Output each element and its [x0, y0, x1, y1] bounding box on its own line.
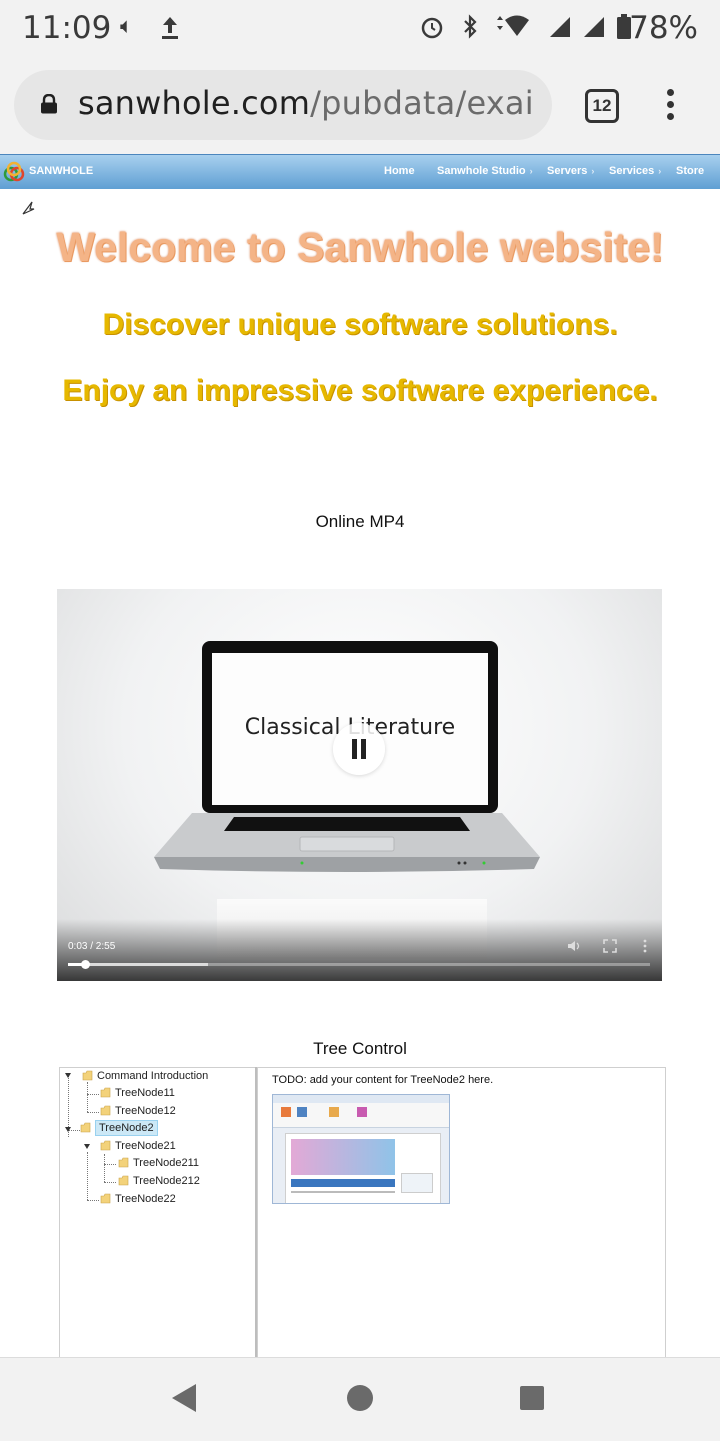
video-player[interactable]: Classical Literature 0:03 / 2:55	[57, 589, 662, 981]
nav-home-label: Home	[384, 165, 415, 177]
nav-services[interactable]: Services ›	[609, 165, 661, 177]
folder-icon	[100, 1087, 111, 1098]
wifi-icon	[497, 15, 529, 36]
nav-servers-label: Servers	[547, 165, 588, 177]
url-path: /pubdata/exai	[310, 84, 534, 122]
video-controls: 0:03 / 2:55	[57, 919, 662, 981]
video-seek-bar[interactable]	[68, 960, 650, 969]
lock-icon	[41, 94, 57, 114]
folder-icon	[118, 1157, 129, 1168]
tree-node-label: TreeNode22	[115, 1193, 176, 1205]
fullscreen-icon[interactable]	[603, 939, 617, 953]
video-time: 0:03 / 2:55	[68, 941, 116, 952]
tagline-discover: Discover unique software solutions.	[102, 308, 618, 341]
tree-node[interactable]: TreeNode22	[100, 1193, 176, 1205]
tree-node-label: Command Introduction	[97, 1070, 209, 1082]
volume-icon: 🔈︎	[120, 14, 134, 39]
recents-icon[interactable]	[520, 1386, 544, 1410]
url-text[interactable]: sanwhole.com/pubdata/exai	[78, 84, 540, 122]
seek-thumb[interactable]	[81, 960, 91, 969]
tree-node[interactable]: TreeNode21	[100, 1140, 176, 1152]
site-brand[interactable]: SANWHOLE	[29, 165, 93, 177]
system-nav-bar	[0, 1357, 720, 1441]
nav-home[interactable]: Home	[384, 165, 415, 177]
signal-icon	[550, 17, 570, 37]
home-icon[interactable]	[347, 1385, 373, 1411]
tree-node-selected[interactable]: TreeNode2	[80, 1120, 158, 1136]
tree-node-label: TreeNode2	[95, 1120, 158, 1136]
folder-icon	[118, 1175, 129, 1186]
folder-icon	[100, 1193, 111, 1204]
folder-icon	[100, 1140, 111, 1151]
tree-control-label: Tree Control	[313, 1039, 407, 1058]
nav-servers[interactable]: Servers ›	[547, 165, 594, 177]
status-bar: 11:09 🔈︎ 78%	[0, 0, 720, 56]
screenshot-thumbnail	[272, 1094, 450, 1204]
alarm-icon	[421, 17, 443, 39]
url-domain: sanwhole.com	[78, 84, 311, 122]
tab-switcher-button[interactable]: 12	[585, 89, 619, 123]
tree-content-panel: TODO: add your content for TreeNode2 her…	[257, 1067, 666, 1358]
chevron-right-icon: ›	[529, 166, 533, 176]
signal-icon	[584, 17, 604, 37]
pointer-icon	[22, 201, 35, 215]
tagline-enjoy: Enjoy an impressive software experience.	[62, 374, 658, 407]
tree-node[interactable]: TreeNode11	[100, 1087, 175, 1099]
sanwhole-logo-icon[interactable]	[3, 161, 25, 183]
browser-toolbar: sanwhole.com/pubdata/exai 12	[0, 56, 720, 154]
nav-store[interactable]: Store	[676, 165, 704, 177]
tree-node-label: TreeNode211	[133, 1157, 200, 1169]
address-bar[interactable]: sanwhole.com/pubdata/exai	[14, 70, 552, 140]
tree-node-label: TreeNode212	[133, 1175, 200, 1187]
folder-icon	[80, 1122, 91, 1133]
tree-node-label: TreeNode11	[115, 1087, 175, 1099]
tree-node-label: TreeNode21	[115, 1140, 176, 1152]
nav-services-label: Services	[609, 165, 655, 177]
volume-icon[interactable]	[567, 939, 581, 953]
chevron-right-icon: ›	[591, 166, 595, 176]
welcome-heading: Welcome to Sanwhole website!	[56, 224, 664, 270]
upload-icon	[162, 17, 178, 39]
chevron-right-icon: ›	[658, 166, 662, 176]
tree-node[interactable]: TreeNode212	[118, 1175, 200, 1187]
tree-node[interactable]: TreeNode211	[118, 1157, 199, 1169]
pause-button[interactable]	[333, 723, 385, 775]
tree-node[interactable]: Command Introduction	[82, 1070, 208, 1082]
tree-node[interactable]: TreeNode12	[100, 1105, 176, 1117]
back-icon[interactable]	[172, 1384, 196, 1412]
site-navbar: SANWHOLE Home Sanwhole Studio › Servers › …	[0, 154, 720, 189]
nav-studio-label: Sanwhole Studio	[437, 165, 526, 177]
tree-node-label: TreeNode12	[115, 1105, 176, 1117]
video-laptop-base	[154, 813, 540, 872]
nav-store-label: Store	[676, 165, 705, 177]
more-menu-icon[interactable]	[660, 89, 680, 123]
tree-panel: Command Introduction TreeNode11 TreeNode…	[59, 1067, 257, 1358]
bluetooth-icon	[464, 14, 477, 39]
more-options-icon[interactable]	[638, 939, 652, 953]
folder-icon	[100, 1105, 111, 1116]
battery-percent: 78%	[629, 10, 698, 46]
nav-sanwhole-studio[interactable]: Sanwhole Studio ›	[437, 165, 533, 177]
online-mp4-label: Online MP4	[315, 512, 405, 531]
folder-icon	[82, 1070, 93, 1081]
tree-content-text: TODO: add your content for TreeNode2 her…	[272, 1074, 494, 1086]
status-time: 11:09	[22, 10, 112, 46]
